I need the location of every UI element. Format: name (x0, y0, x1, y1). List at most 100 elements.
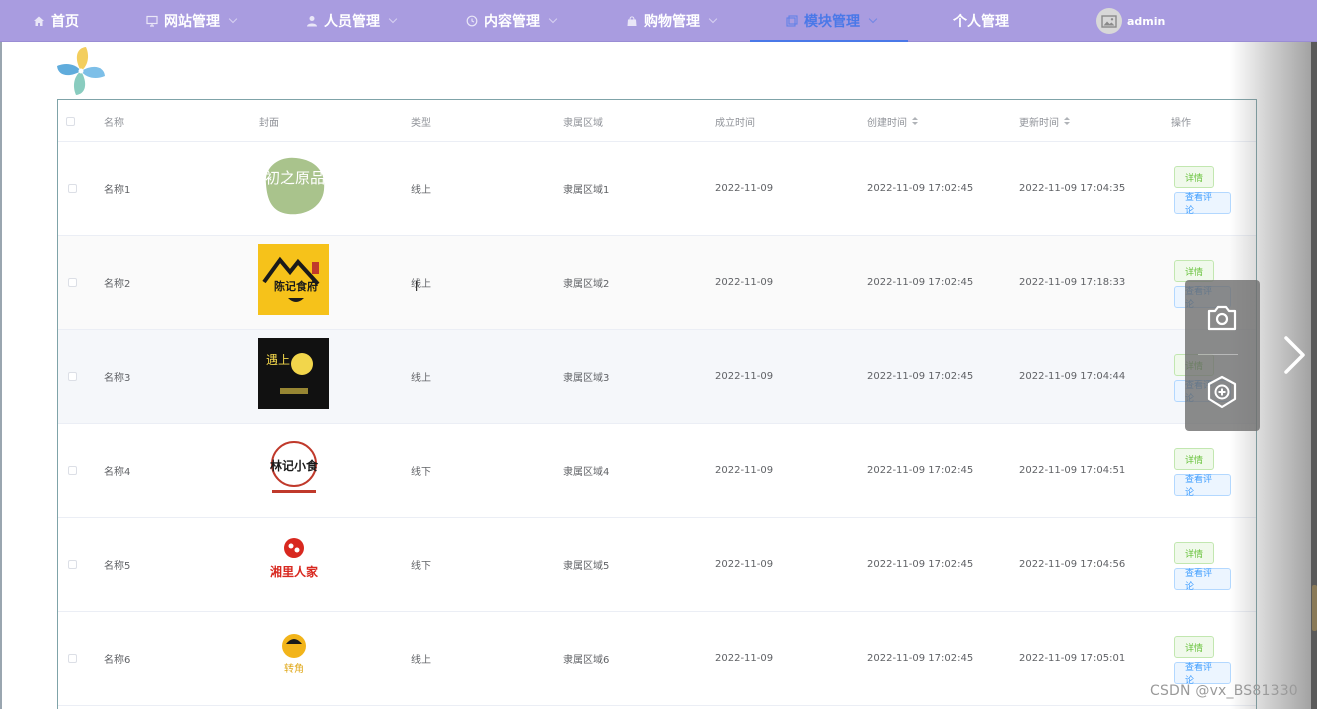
checkbox-box[interactable] (68, 654, 77, 663)
nav-item-label: 网站管理 (164, 14, 220, 30)
row-checkbox[interactable] (68, 330, 77, 423)
scrollbar-thumb[interactable] (1312, 585, 1317, 631)
row-checkbox[interactable] (68, 142, 77, 235)
nav-item-website[interactable]: 网站管理 (146, 0, 238, 42)
cell-type: 线下 (411, 561, 431, 572)
sort-icon[interactable] (1064, 116, 1070, 126)
cell-region: 隶属区域1 (563, 185, 610, 196)
cell-name: 名称5 (104, 561, 131, 572)
nav-item-label: 内容管理 (484, 14, 540, 30)
cell-founded: 2022-11-09 (715, 653, 774, 664)
checkbox-box[interactable] (68, 278, 77, 287)
checkbox-box[interactable] (68, 466, 77, 475)
nav-item-personal[interactable]: 个人管理 (953, 0, 1009, 42)
cover-text: 林记小食 (270, 458, 319, 473)
cell-created: 2022-11-09 17:02:45 (867, 559, 974, 570)
table-row: 名称5 湘里人家 线下 隶属区域5 2022-11-09 2022-11-09 … (58, 518, 1256, 612)
watermark: CSDN @vx_BS81330 (1150, 683, 1298, 699)
cover-image: 初之原品 (265, 157, 325, 215)
chevron-down-icon (868, 14, 878, 24)
cell-created: 2022-11-09 17:02:45 (867, 277, 974, 288)
detail-button[interactable]: 详情 (1174, 166, 1214, 188)
header-created-label: 创建时间 (867, 117, 907, 129)
view-comments-button[interactable]: 查看评论 (1174, 474, 1231, 498)
cell-type: 线上 (411, 373, 431, 384)
table-row: 名称4 林记小食 线下 隶属区域4 2022-11-09 2022-11-09 … (58, 424, 1256, 518)
chevron-down-icon (548, 14, 558, 24)
cell-name: 名称4 (104, 467, 131, 478)
clock-icon (466, 15, 478, 27)
copy-icon (786, 15, 798, 27)
row-checkbox[interactable] (68, 424, 77, 517)
bag-icon (627, 16, 637, 26)
view-comments-button[interactable]: 查看评论 (1174, 568, 1231, 592)
cell-type: 线上 (411, 655, 431, 666)
nav-item-home[interactable]: 首页 (33, 0, 79, 42)
row-checkbox[interactable] (68, 612, 77, 705)
data-table: 名称 封面 类型 隶属区域 成立时间 创建时间 更新时间 操作 名称1 初之原品… (57, 99, 1257, 709)
detail-button[interactable]: 详情 (1174, 636, 1214, 658)
nav-item-shopping[interactable]: 购物管理 (626, 0, 718, 42)
add-shield-icon[interactable] (1205, 374, 1239, 412)
cover-image: 遇上 (258, 338, 329, 409)
camera-icon[interactable] (1205, 302, 1239, 334)
avatar[interactable] (1096, 8, 1122, 34)
cell-founded: 2022-11-09 (715, 465, 774, 476)
cell-name: 名称6 (104, 655, 131, 666)
detail-button[interactable]: 详情 (1174, 448, 1214, 470)
header-type: 类型 (411, 117, 431, 129)
cell-created: 2022-11-09 17:02:45 (867, 465, 974, 476)
view-comments-button[interactable]: 查看评论 (1174, 662, 1231, 686)
checkbox-box[interactable] (68, 560, 77, 569)
detail-button[interactable]: 详情 (1174, 260, 1214, 282)
user-icon (307, 16, 317, 27)
detail-button[interactable]: 详情 (1174, 542, 1214, 564)
nav-item-content[interactable]: 内容管理 (466, 0, 558, 42)
nav-item-label: 购物管理 (644, 14, 700, 30)
header-updated-label: 更新时间 (1019, 117, 1059, 129)
nav-item-modules[interactable]: 模块管理 (786, 0, 878, 42)
table-row: 名称1 初之原品 线上 隶属区域1 2022-11-09 2022-11-09 … (58, 142, 1256, 236)
cell-updated: 2022-11-09 17:04:35 (1019, 183, 1126, 194)
table-header: 名称 封面 类型 隶属区域 成立时间 创建时间 更新时间 操作 (58, 100, 1256, 142)
cell-founded: 2022-11-09 (715, 277, 774, 288)
cover-text: 初之原品 (265, 169, 325, 187)
cell-updated: 2022-11-09 17:04:56 (1019, 559, 1126, 570)
row-checkbox[interactable] (68, 236, 77, 329)
cover-text: 遇上 (266, 353, 290, 367)
toolbar-divider (1198, 354, 1238, 355)
view-comments-button[interactable]: 查看评论 (1174, 192, 1231, 216)
chevron-right-icon[interactable] (1276, 334, 1316, 376)
nav-item-label: 个人管理 (953, 14, 1009, 30)
cell-type: 线上 (411, 279, 431, 290)
checkbox-box[interactable] (68, 372, 77, 381)
chevron-down-icon (708, 14, 718, 24)
header-name: 名称 (104, 117, 124, 129)
active-tab-indicator (750, 40, 908, 42)
nav-item-label: 人员管理 (324, 14, 380, 30)
cell-created: 2022-11-09 17:02:45 (867, 653, 974, 664)
cell-founded: 2022-11-09 (715, 371, 774, 382)
cover-image: 陈记食府 (258, 244, 329, 315)
cover-text: 湘里人家 (270, 564, 319, 579)
nav-item-people[interactable]: 人员管理 (306, 0, 398, 42)
user-name[interactable]: admin (1127, 0, 1165, 42)
chevron-down-icon (228, 14, 238, 24)
left-border (0, 42, 2, 709)
cell-created: 2022-11-09 17:02:45 (867, 183, 974, 194)
checkbox-box[interactable] (68, 184, 77, 193)
cover-text: 陈记食府 (274, 279, 318, 293)
header-updated[interactable]: 更新时间 (1019, 100, 1070, 142)
cover-image: 湘里人家 (270, 538, 319, 579)
cell-region: 隶属区域6 (563, 655, 610, 666)
row-checkbox[interactable] (68, 518, 77, 611)
select-all-checkbox[interactable] (66, 100, 75, 142)
home-icon (34, 16, 44, 26)
sort-icon[interactable] (912, 116, 918, 126)
chevron-down-icon (388, 14, 398, 24)
checkbox-box[interactable] (66, 116, 75, 126)
header-created[interactable]: 创建时间 (867, 100, 918, 142)
nav-item-label: 模块管理 (804, 14, 860, 30)
table-row: 名称3 遇上 线上 隶属区域3 2022-11-09 2022-11-09 17… (58, 330, 1256, 424)
header-founded: 成立时间 (715, 117, 755, 129)
